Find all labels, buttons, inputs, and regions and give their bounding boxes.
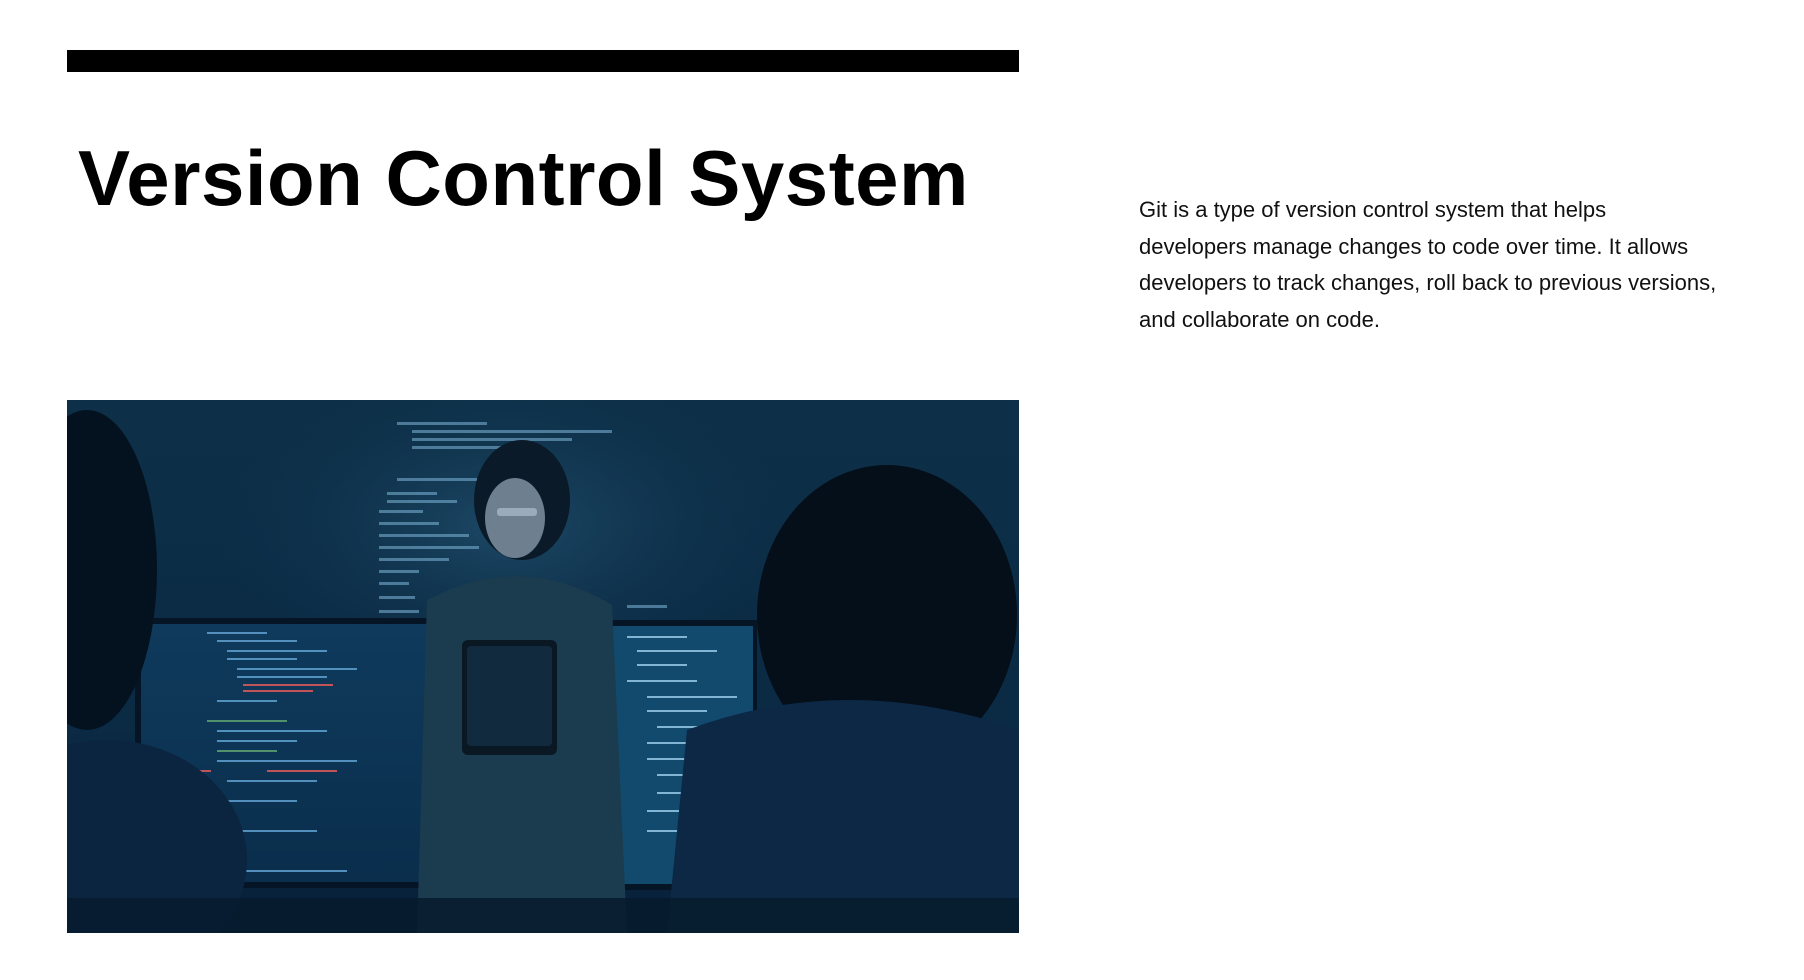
slide-title: Version Control System bbox=[78, 134, 969, 222]
slide-body-text: Git is a type of version control system … bbox=[1139, 197, 1717, 332]
photo-illustration bbox=[67, 400, 1019, 933]
developers-photo bbox=[67, 400, 1019, 933]
slide: Version Control System Git is a type of … bbox=[0, 0, 1804, 980]
title-rule bbox=[67, 50, 1019, 72]
